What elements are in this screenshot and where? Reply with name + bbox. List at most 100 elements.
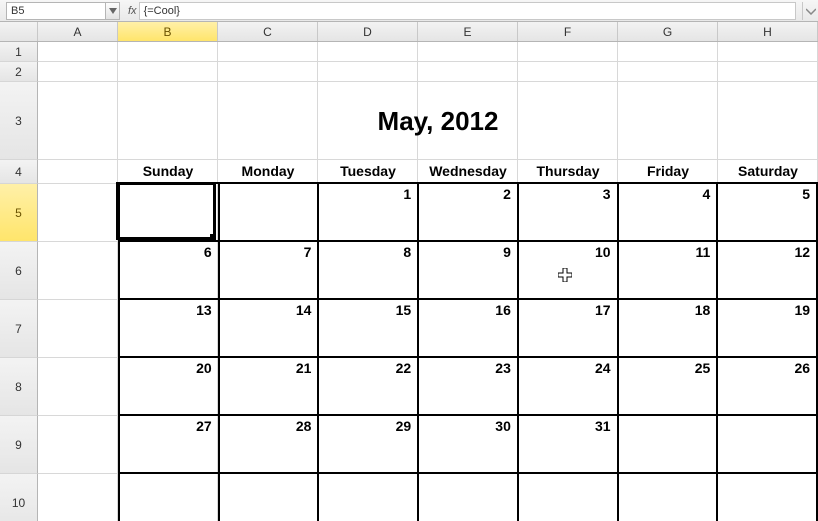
- cell[interactable]: [318, 474, 418, 521]
- cell[interactable]: [218, 160, 318, 184]
- cell[interactable]: [318, 82, 418, 160]
- cell[interactable]: [318, 358, 418, 416]
- row-header-6[interactable]: 6: [0, 242, 38, 300]
- cell[interactable]: [418, 474, 518, 521]
- col-header-F[interactable]: F: [518, 22, 618, 41]
- col-header-C[interactable]: C: [218, 22, 318, 41]
- cell[interactable]: [618, 82, 718, 160]
- cell[interactable]: [118, 358, 218, 416]
- cell[interactable]: [318, 42, 418, 62]
- row-header-2[interactable]: 2: [0, 62, 38, 82]
- cell[interactable]: [318, 300, 418, 358]
- col-header-G[interactable]: G: [618, 22, 718, 41]
- formula-input[interactable]: {=Cool}: [139, 2, 796, 20]
- cell[interactable]: [518, 474, 618, 521]
- cell[interactable]: [38, 82, 118, 160]
- cell[interactable]: [518, 160, 618, 184]
- cell[interactable]: [118, 416, 218, 474]
- row-header-7[interactable]: 7: [0, 300, 38, 358]
- formula-bar-expand[interactable]: [802, 2, 818, 20]
- cell[interactable]: [618, 62, 718, 82]
- cell[interactable]: [118, 474, 218, 521]
- row-header-1[interactable]: 1: [0, 42, 38, 62]
- cell[interactable]: [518, 358, 618, 416]
- cell[interactable]: [618, 242, 718, 300]
- cell[interactable]: [418, 300, 518, 358]
- col-header-B[interactable]: B: [118, 22, 218, 41]
- select-all-corner[interactable]: [0, 22, 38, 41]
- cell[interactable]: [38, 184, 118, 242]
- cell[interactable]: [118, 300, 218, 358]
- cell[interactable]: [318, 184, 418, 242]
- cell[interactable]: [618, 416, 718, 474]
- cell[interactable]: [618, 300, 718, 358]
- cell[interactable]: [518, 300, 618, 358]
- row-header-9[interactable]: 9: [0, 416, 38, 474]
- cell[interactable]: [718, 416, 818, 474]
- cell[interactable]: [38, 160, 118, 184]
- col-header-E[interactable]: E: [418, 22, 518, 41]
- cell[interactable]: [618, 42, 718, 62]
- cell[interactable]: [718, 300, 818, 358]
- cell[interactable]: [218, 42, 318, 62]
- cell[interactable]: [418, 160, 518, 184]
- cell[interactable]: [718, 358, 818, 416]
- col-header-D[interactable]: D: [318, 22, 418, 41]
- cell[interactable]: [38, 416, 118, 474]
- cell[interactable]: [518, 42, 618, 62]
- cell[interactable]: [518, 82, 618, 160]
- cell[interactable]: [38, 474, 118, 521]
- cell[interactable]: [418, 242, 518, 300]
- cell[interactable]: [118, 242, 218, 300]
- row-header-10[interactable]: 10: [0, 474, 38, 521]
- cell[interactable]: [38, 300, 118, 358]
- cell[interactable]: [38, 42, 118, 62]
- cell[interactable]: [218, 62, 318, 82]
- cell[interactable]: [518, 184, 618, 242]
- cell[interactable]: [318, 62, 418, 82]
- name-box[interactable]: B5: [6, 2, 106, 20]
- cell[interactable]: [418, 358, 518, 416]
- name-box-dropdown[interactable]: [106, 2, 120, 20]
- cell[interactable]: [318, 242, 418, 300]
- cell[interactable]: [218, 300, 318, 358]
- cell[interactable]: [518, 242, 618, 300]
- row-header-3[interactable]: 3: [0, 82, 38, 160]
- cell[interactable]: [718, 242, 818, 300]
- cell[interactable]: [118, 160, 218, 184]
- cell[interactable]: [218, 416, 318, 474]
- cell[interactable]: [418, 42, 518, 62]
- cell[interactable]: [218, 358, 318, 416]
- cell[interactable]: [218, 474, 318, 521]
- cell-B5[interactable]: [118, 184, 218, 242]
- cell[interactable]: [38, 358, 118, 416]
- cell[interactable]: [718, 42, 818, 62]
- cell[interactable]: [218, 242, 318, 300]
- cell[interactable]: [518, 62, 618, 82]
- cell[interactable]: [38, 242, 118, 300]
- cell[interactable]: [618, 474, 718, 521]
- row-header-4[interactable]: 4: [0, 160, 38, 184]
- cell[interactable]: [418, 62, 518, 82]
- cell[interactable]: [38, 62, 118, 82]
- cell[interactable]: [418, 184, 518, 242]
- cell[interactable]: [718, 82, 818, 160]
- cell[interactable]: [618, 160, 718, 184]
- cell[interactable]: [518, 416, 618, 474]
- cell[interactable]: [418, 82, 518, 160]
- row-header-5[interactable]: 5: [0, 184, 38, 242]
- fx-icon[interactable]: fx: [128, 5, 137, 17]
- cell[interactable]: [118, 62, 218, 82]
- col-header-A[interactable]: A: [38, 22, 118, 41]
- cell[interactable]: [218, 82, 318, 160]
- cell[interactable]: [618, 358, 718, 416]
- cell[interactable]: [318, 160, 418, 184]
- cell[interactable]: [618, 184, 718, 242]
- cell[interactable]: [718, 474, 818, 521]
- col-header-H[interactable]: H: [718, 22, 818, 41]
- cell[interactable]: [318, 416, 418, 474]
- cell[interactable]: [118, 42, 218, 62]
- row-header-8[interactable]: 8: [0, 358, 38, 416]
- cell[interactable]: [218, 184, 318, 242]
- cell[interactable]: [118, 82, 218, 160]
